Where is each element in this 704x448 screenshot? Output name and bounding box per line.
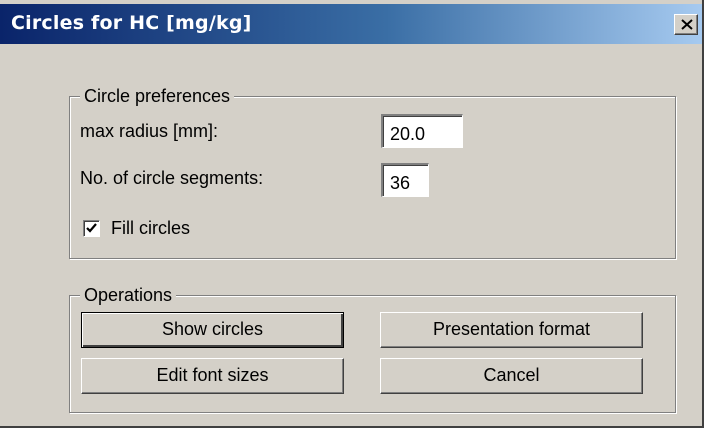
window-title: Circles for HC [mg/kg]	[11, 12, 252, 34]
fill-circles-label[interactable]: Fill circles	[111, 218, 190, 238]
close-icon	[681, 19, 693, 30]
dialog-window: Circles for HC [mg/kg] Circle preference…	[0, 0, 704, 428]
presentation-format-button[interactable]: Presentation format	[380, 312, 643, 348]
max-radius-input[interactable]	[381, 114, 463, 148]
circle-preferences-legend: Circle preferences	[80, 86, 235, 106]
fill-circles-checkbox[interactable]	[83, 220, 100, 237]
operations-legend: Operations	[80, 285, 177, 305]
show-circles-button[interactable]: Show circles	[81, 312, 344, 348]
cancel-button[interactable]: Cancel	[380, 358, 643, 394]
close-button[interactable]	[674, 14, 698, 35]
edit-font-sizes-button[interactable]: Edit font sizes	[81, 358, 344, 394]
checkmark-icon	[86, 223, 97, 233]
title-bar: Circles for HC [mg/kg]	[0, 4, 702, 44]
segments-label: No. of circle segments:	[80, 168, 264, 188]
segments-input[interactable]	[381, 163, 429, 197]
max-radius-label: max radius [mm]:	[80, 121, 219, 141]
